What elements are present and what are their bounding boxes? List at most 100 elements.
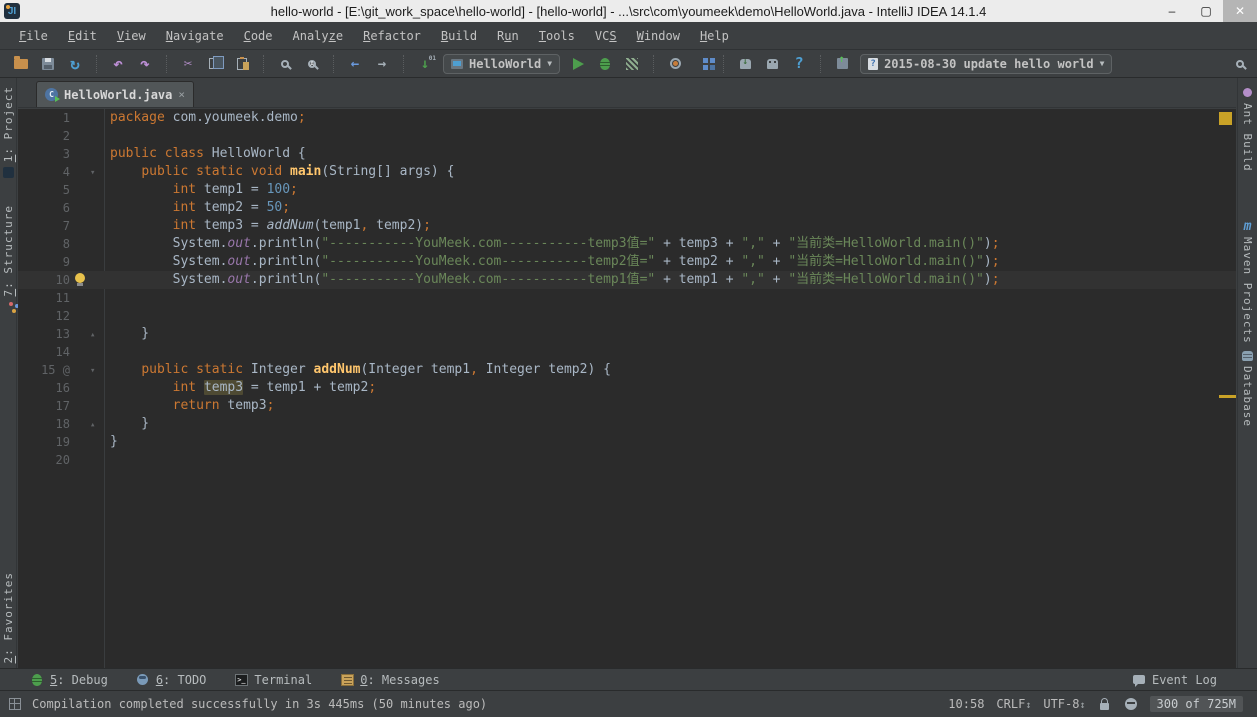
line-number[interactable]: 13 — [18, 325, 70, 343]
code-text: } — [110, 325, 149, 343]
menu-item-build[interactable]: Build — [432, 26, 486, 46]
line-number[interactable]: 17 — [18, 397, 70, 415]
line-number[interactable]: 3 — [18, 145, 70, 163]
fold-marker-icon[interactable]: ▾ — [90, 362, 95, 380]
search-everywhere-icon[interactable] — [1231, 55, 1249, 73]
menu-item-tools[interactable]: Tools — [530, 26, 584, 46]
line-number[interactable]: 20 — [18, 451, 70, 469]
line-ending-widget[interactable]: CRLF↕ — [996, 697, 1031, 711]
error-stripe-identifier-mark[interactable] — [1219, 395, 1236, 398]
make-project-icon[interactable]: ↓ — [416, 55, 434, 73]
tool-window-button-terminal[interactable]: >_Terminal — [234, 673, 312, 687]
debug-icon[interactable] — [596, 55, 614, 73]
toolbar-separator — [723, 55, 724, 73]
cut-icon[interactable]: ✂ — [179, 55, 197, 73]
line-number[interactable]: 15 @ — [18, 361, 70, 379]
undo-icon[interactable]: ↶ — [109, 55, 127, 73]
tool-window-button-2-favorites[interactable]: 2: Favorites★ — [2, 572, 15, 680]
save-all-icon[interactable] — [39, 55, 57, 73]
code-line: 17 return temp3; — [18, 397, 1236, 415]
line-number[interactable]: 19 — [18, 433, 70, 451]
save-and-sync-icon[interactable] — [833, 55, 851, 73]
tool-window-button-ant-build[interactable]: Ant Build — [1241, 86, 1254, 172]
tool-window-button-database[interactable]: Database — [1241, 349, 1254, 427]
run-configuration-combo[interactable]: HelloWorld▼ — [443, 54, 560, 74]
line-number[interactable]: 10 — [18, 271, 70, 289]
back-icon[interactable]: ← — [346, 55, 364, 73]
code-text: System.out.println("-----------YouMeek.c… — [110, 253, 1000, 271]
line-number[interactable]: 16 — [18, 379, 70, 397]
find-icon[interactable] — [276, 55, 294, 73]
open-folder-icon[interactable] — [12, 55, 30, 73]
tool-window-button-maven-projects[interactable]: mMaven Projects — [1241, 220, 1254, 344]
maximize-button[interactable]: ▢ — [1189, 0, 1223, 22]
line-number[interactable]: 18 — [18, 415, 70, 433]
fold-marker-icon[interactable]: ▾ — [90, 164, 95, 182]
settings-icon[interactable] — [666, 55, 684, 73]
code-line: 8 System.out.println("-----------YouMeek… — [18, 235, 1236, 253]
toolbar-separator — [333, 55, 334, 73]
menu-item-help[interactable]: Help — [691, 26, 738, 46]
synchronize-icon[interactable]: ↻ — [66, 55, 84, 73]
code-text: public static void main(String[] args) { — [110, 163, 454, 181]
tab-helloworld-java[interactable]: C HelloWorld.java × — [36, 81, 194, 107]
menu-item-navigate[interactable]: Navigate — [157, 26, 233, 46]
vcs-label: 2015-08-30 update hello world — [884, 57, 1094, 71]
code-line: 19} — [18, 433, 1236, 451]
line-number[interactable]: 8 — [18, 235, 70, 253]
line-number[interactable]: 9 — [18, 253, 70, 271]
code-editor[interactable]: 1package com.youmeek.demo;2 3public clas… — [18, 109, 1236, 668]
tool-window-button-5-debug[interactable]: 5: Debug — [30, 673, 108, 687]
help-icon[interactable]: ? — [790, 55, 808, 73]
line-number[interactable]: 12 — [18, 307, 70, 325]
menu-item-vcs[interactable]: VCS — [586, 26, 626, 46]
line-number[interactable]: 1 — [18, 109, 70, 127]
replace-icon[interactable] — [303, 55, 321, 73]
menu-item-run[interactable]: Run — [488, 26, 528, 46]
event-log-button[interactable]: Event Log — [1132, 673, 1217, 687]
fold-marker-icon[interactable]: ▴ — [90, 326, 95, 344]
tool-window-button-1-project[interactable]: 1: Project — [2, 86, 15, 179]
line-number[interactable]: 4 — [18, 163, 70, 181]
menu-item-file[interactable]: File — [10, 26, 57, 46]
sdk-manager-icon[interactable] — [736, 55, 754, 73]
line-number[interactable]: 11 — [18, 289, 70, 307]
memory-indicator[interactable]: 300 of 725M — [1150, 696, 1243, 712]
forward-icon[interactable]: → — [373, 55, 391, 73]
tool-window-button-7-structure[interactable]: 7: Structure — [2, 205, 15, 313]
menu-item-edit[interactable]: Edit — [59, 26, 106, 46]
menu-item-view[interactable]: View — [108, 26, 155, 46]
line-number[interactable]: 6 — [18, 199, 70, 217]
tab-close-icon[interactable]: × — [178, 88, 185, 101]
line-number[interactable]: 7 — [18, 217, 70, 235]
run-icon[interactable] — [569, 55, 587, 73]
vcs-update-combo[interactable]: ?2015-08-30 update hello world▼ — [860, 54, 1112, 74]
status-bar: Compilation completed successfully in 3s… — [0, 690, 1257, 717]
menu-item-window[interactable]: Window — [628, 26, 689, 46]
caret-position-widget[interactable]: 10:58 — [948, 697, 984, 711]
menu-item-refactor[interactable]: Refactor — [354, 26, 430, 46]
tool-window-toggle-icon[interactable] — [8, 697, 22, 711]
lock-icon[interactable] — [1098, 697, 1112, 711]
paste-icon[interactable] — [233, 55, 251, 73]
tool-window-button-0-messages[interactable]: 0: Messages — [340, 673, 439, 687]
run-with-coverage-icon[interactable] — [623, 55, 641, 73]
avd-manager-icon[interactable] — [763, 55, 781, 73]
menu-item-code[interactable]: Code — [235, 26, 282, 46]
fold-marker-icon[interactable]: ▴ — [90, 416, 95, 434]
redo-icon[interactable]: ↷ — [136, 55, 154, 73]
hector-inspections-icon[interactable] — [1124, 697, 1138, 711]
minimize-button[interactable]: – — [1155, 0, 1189, 22]
tool-window-button-6-todo[interactable]: 6: TODO — [136, 673, 207, 687]
line-number[interactable]: 14 — [18, 343, 70, 361]
close-button[interactable]: ✕ — [1223, 0, 1257, 22]
line-number[interactable]: 2 — [18, 127, 70, 145]
project-structure-icon[interactable] — [693, 55, 711, 73]
encoding-widget[interactable]: UTF-8↕ — [1043, 697, 1085, 711]
menu-item-analyze[interactable]: Analyze — [284, 26, 353, 46]
copy-icon[interactable] — [206, 55, 224, 73]
intention-bulb-icon[interactable] — [74, 273, 86, 287]
line-number[interactable]: 5 — [18, 181, 70, 199]
error-stripe-top-mark[interactable] — [1219, 112, 1232, 125]
code-line: 18▴ } — [18, 415, 1236, 433]
